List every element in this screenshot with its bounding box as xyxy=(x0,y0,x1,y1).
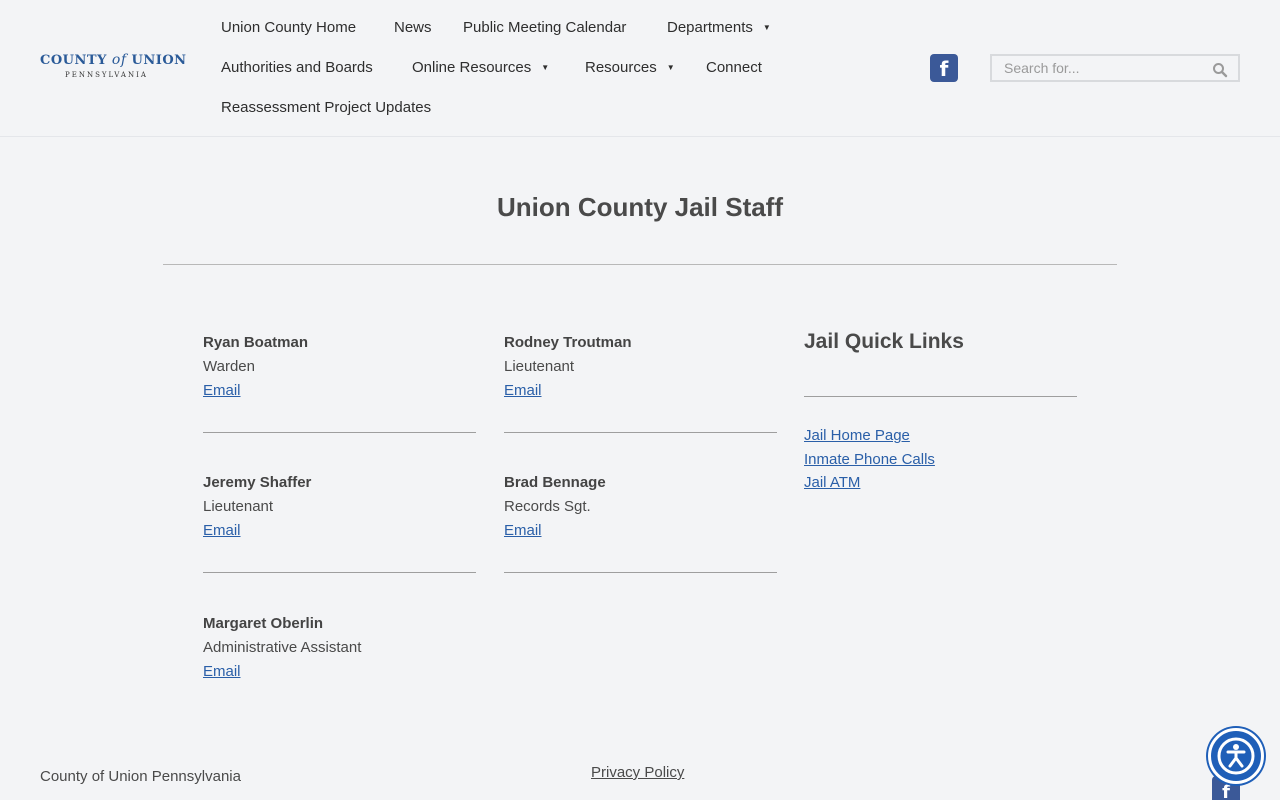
nav-authorities-and-boards[interactable]: Authorities and Boards xyxy=(221,59,373,76)
search-input[interactable] xyxy=(1004,60,1204,76)
quick-links-list: Jail Home Page Inmate Phone Calls Jail A… xyxy=(804,424,935,495)
staff-role: Warden xyxy=(203,358,255,375)
staff-name: Rodney Troutman xyxy=(504,334,632,351)
staff-card: Margaret Oberlin Administrative Assistan… xyxy=(203,612,476,684)
staff-role: Records Sgt. xyxy=(504,498,591,515)
quick-link-jail-atm[interactable]: Jail ATM xyxy=(804,471,935,495)
quick-links-title: Jail Quick Links xyxy=(804,330,964,353)
staff-card: Ryan Boatman Warden Email xyxy=(203,331,476,433)
accessibility-icon xyxy=(1217,737,1255,775)
accessibility-button[interactable] xyxy=(1208,728,1264,784)
nav-online-resources[interactable]: Online Resources ▼ xyxy=(412,59,549,76)
nav-union-county-home[interactable]: Union County Home xyxy=(221,19,356,36)
staff-divider xyxy=(504,432,777,433)
staff-card: Rodney Troutman Lieutenant Email xyxy=(504,331,777,433)
search-box xyxy=(990,54,1240,82)
privacy-policy-link[interactable]: Privacy Policy xyxy=(591,764,684,781)
staff-card: Jeremy Shaffer Lieutenant Email xyxy=(203,471,476,573)
nav-departments[interactable]: Departments ▼ xyxy=(667,19,771,36)
staff-email-link[interactable]: Email xyxy=(203,660,241,684)
staff-divider xyxy=(504,572,777,573)
quick-link-jail-home-page[interactable]: Jail Home Page xyxy=(804,424,935,448)
staff-divider xyxy=(203,572,476,573)
staff-role: Lieutenant xyxy=(203,498,274,515)
facebook-icon[interactable]: f xyxy=(930,54,958,82)
staff-role: Lieutenant xyxy=(504,358,575,375)
staff-name: Margaret Oberlin xyxy=(203,615,324,632)
dropdown-caret-icon: ▼ xyxy=(666,63,675,72)
staff-divider xyxy=(203,432,476,433)
nav-news[interactable]: News xyxy=(394,19,432,36)
dropdown-caret-icon: ▼ xyxy=(541,63,550,72)
page-title: Union County Jail Staff xyxy=(497,192,783,222)
staff-name: Jeremy Shaffer xyxy=(203,474,312,491)
staff-name: Ryan Boatman xyxy=(203,334,309,351)
quick-links-divider xyxy=(804,396,1077,397)
title-divider xyxy=(163,264,1117,265)
staff-email-link[interactable]: Email xyxy=(504,519,542,543)
staff-role: Administrative Assistant xyxy=(203,639,362,656)
staff-email-link[interactable]: Email xyxy=(203,379,241,403)
search-icon[interactable] xyxy=(1212,62,1228,78)
quick-link-inmate-phone-calls[interactable]: Inmate Phone Calls xyxy=(804,448,935,472)
footer-county-name: County of Union Pennsylvania xyxy=(40,768,241,785)
staff-card: Brad Bennage Records Sgt. Email xyxy=(504,471,777,573)
site-header: County of Union PENNSYLVANIA Union Count… xyxy=(0,0,1280,137)
staff-email-link[interactable]: Email xyxy=(203,519,241,543)
staff-email-link[interactable]: Email xyxy=(504,379,542,403)
staff-name: Brad Bennage xyxy=(504,474,606,491)
county-logo[interactable]: County of Union PENNSYLVANIA xyxy=(40,52,186,86)
dropdown-caret-icon: ▼ xyxy=(762,23,771,32)
nav-public-meeting-calendar[interactable]: Public Meeting Calendar xyxy=(463,19,626,36)
nav-resources[interactable]: Resources ▼ xyxy=(585,59,675,76)
nav-connect[interactable]: Connect xyxy=(706,59,762,76)
nav-reassessment-project-updates[interactable]: Reassessment Project Updates xyxy=(221,99,431,116)
